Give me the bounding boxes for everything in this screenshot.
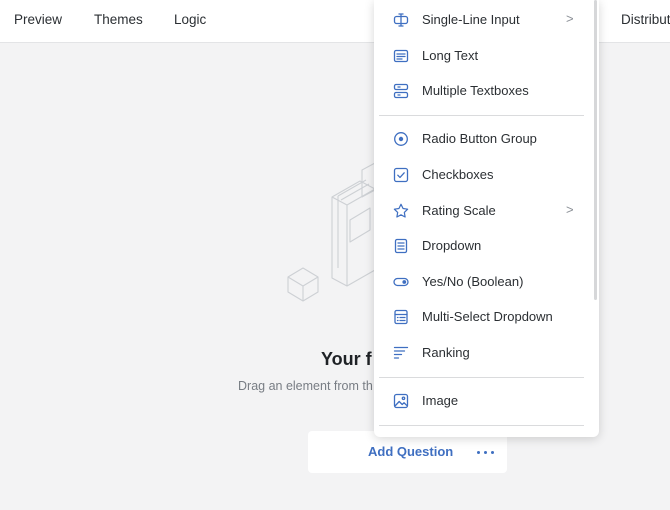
multi-select-icon (394, 309, 408, 325)
tab-themes[interactable]: Themes (94, 12, 143, 27)
single-line-input-icon (393, 13, 409, 27)
menu-item-label: Checkboxes (422, 167, 494, 182)
menu-item-label: Image (422, 393, 459, 408)
tab-distribute[interactable]: Distribut (621, 12, 670, 27)
ranking-icon (393, 346, 409, 359)
more-horizontal-icon (491, 451, 494, 454)
menu-scrollbar[interactable] (594, 0, 597, 300)
menu-item-label: Multi-Select Dropdown (422, 309, 553, 324)
empty-state-subtitle: Drag an element from th (238, 379, 373, 393)
menu-divider (379, 377, 584, 378)
menu-divider (379, 425, 584, 426)
menu-item-label: Rating Scale (422, 203, 496, 218)
dropdown-icon (394, 238, 408, 254)
menu-item-rating-scale[interactable]: Rating Scale > (374, 196, 590, 226)
checkbox-icon (393, 167, 409, 183)
multiple-textboxes-icon (393, 83, 409, 99)
menu-item-single-line-input[interactable]: Single-Line Input > (374, 5, 590, 35)
more-horizontal-icon (484, 451, 487, 454)
tab-preview[interactable]: Preview (14, 12, 62, 27)
empty-form-illustration (287, 162, 376, 302)
menu-item-yes-no-boolean[interactable]: Yes/No (Boolean) (374, 267, 590, 297)
empty-state-title: Your f (321, 349, 372, 369)
menu-item-multiple-textboxes[interactable]: Multiple Textboxes (374, 76, 590, 106)
menu-divider (379, 115, 584, 116)
long-text-icon (393, 49, 409, 63)
menu-item-label: Single-Line Input (422, 12, 520, 27)
menu-item-multi-select-dropdown[interactable]: Multi-Select Dropdown (374, 302, 590, 332)
toggle-icon (393, 277, 409, 287)
image-icon (393, 393, 409, 409)
more-options-button[interactable] (476, 443, 496, 461)
chevron-right-icon: > (566, 11, 574, 26)
menu-item-label: Yes/No (Boolean) (422, 274, 524, 289)
add-question-button[interactable]: Add Question (368, 444, 453, 459)
star-icon (393, 203, 409, 218)
more-horizontal-icon (477, 451, 480, 454)
chevron-right-icon: > (566, 202, 574, 217)
menu-item-label: Radio Button Group (422, 131, 537, 146)
menu-item-label: Long Text (422, 48, 479, 63)
tab-logic[interactable]: Logic (174, 12, 206, 27)
menu-item-label: Ranking (422, 345, 470, 360)
menu-item-label: Multiple Textboxes (422, 83, 529, 98)
menu-item-label: Dropdown (422, 238, 482, 253)
menu-item-ranking[interactable]: Ranking (374, 338, 590, 368)
menu-item-radio-button-group[interactable]: Radio Button Group (374, 124, 590, 154)
radio-button-icon (394, 132, 408, 146)
menu-item-dropdown[interactable]: Dropdown (374, 231, 590, 261)
menu-item-checkboxes[interactable]: Checkboxes (374, 160, 590, 190)
menu-item-long-text[interactable]: Long Text (374, 41, 590, 71)
menu-item-image[interactable]: Image (374, 386, 590, 416)
